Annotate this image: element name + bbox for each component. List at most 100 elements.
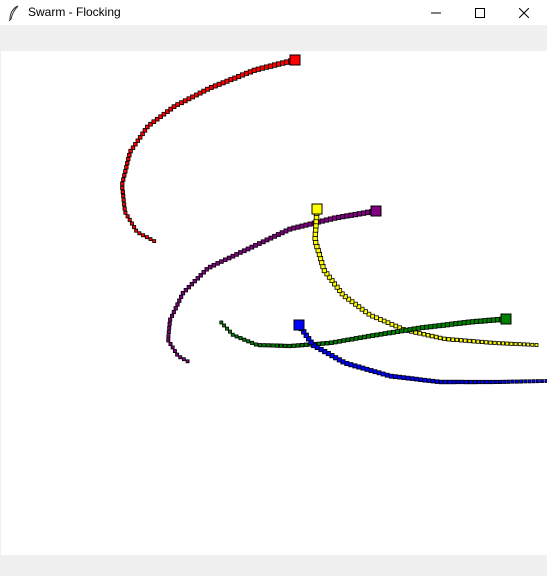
trail-segment	[129, 221, 134, 226]
trail-segment	[405, 375, 411, 381]
trail-segment	[137, 231, 142, 236]
trail-segment	[127, 217, 132, 222]
trail-segment	[141, 233, 145, 238]
close-button[interactable]	[501, 0, 547, 25]
trail-segment	[345, 337, 351, 343]
trail-segment	[386, 330, 392, 336]
trail-segment	[230, 332, 235, 337]
trail-segment	[227, 329, 232, 334]
trail-segment	[453, 321, 459, 327]
trail-segment	[442, 336, 447, 342]
trail-segment	[122, 173, 127, 178]
trail-segment	[219, 320, 224, 325]
trail-segment	[144, 235, 149, 240]
trail-segment	[250, 340, 255, 345]
trail-segment	[234, 334, 239, 339]
trail-segment	[434, 379, 440, 384]
trail-segment	[175, 352, 180, 357]
trail-segment	[337, 339, 342, 344]
trail-segment	[245, 246, 251, 252]
trail-segment	[381, 318, 387, 324]
trail-segment	[362, 334, 367, 340]
trail-segment	[500, 341, 505, 346]
trail-segment	[256, 241, 262, 246]
trail-segment	[242, 337, 247, 342]
trail-segment	[287, 226, 293, 232]
trail-segment	[475, 339, 480, 344]
close-icon	[519, 7, 529, 18]
trail-segment	[122, 206, 127, 211]
trail-segment	[411, 326, 417, 332]
trail-segment	[166, 330, 171, 335]
flocking-canvas[interactable]	[1, 51, 547, 555]
trail-segment	[481, 379, 486, 385]
trail-segment	[388, 373, 394, 379]
trail-segment	[121, 177, 126, 182]
trail-segment	[397, 374, 402, 380]
trail-segment	[222, 257, 228, 262]
trail-segment	[382, 331, 388, 336]
trail-segment	[366, 333, 371, 339]
trail-segment	[393, 323, 399, 329]
trail-segment	[319, 218, 325, 224]
trail-segment	[403, 327, 409, 333]
trail-segment	[479, 339, 485, 344]
trail-segment	[238, 336, 243, 341]
trail-segment	[127, 152, 132, 158]
trail-segment	[476, 379, 482, 385]
trail-segment	[422, 377, 427, 383]
trail-segment	[457, 320, 463, 326]
boid-head	[370, 205, 382, 217]
trail-segment	[415, 325, 421, 331]
trail-segment	[234, 252, 239, 257]
trail-segment	[510, 379, 515, 384]
minimize-button[interactable]	[413, 0, 459, 25]
trail-segment	[517, 342, 522, 347]
trail-segment	[444, 322, 450, 328]
trail-segment	[303, 342, 309, 347]
trail-segment	[449, 321, 455, 327]
trail-segment	[492, 340, 497, 345]
trail-segment	[130, 145, 136, 150]
trail-segment	[123, 169, 128, 174]
trail-segment	[307, 221, 313, 227]
trail-segment	[241, 248, 247, 254]
trail-segment	[295, 224, 301, 230]
trail-segment	[360, 365, 366, 371]
trail-segment	[522, 342, 526, 347]
trail-segment	[299, 223, 305, 229]
trail-segment	[428, 324, 434, 330]
trail-segment	[333, 339, 338, 345]
minimize-icon	[431, 12, 441, 13]
boid-head	[289, 54, 301, 66]
trail-segment	[122, 202, 127, 207]
trail-segment	[374, 315, 379, 321]
trail-segment	[443, 379, 448, 385]
trail-segment	[349, 336, 355, 342]
trail-segment	[527, 379, 532, 384]
trail-red	[120, 54, 301, 244]
trail-segment	[121, 193, 126, 199]
trail-segment	[125, 214, 130, 219]
trail-segment	[468, 379, 473, 385]
trail-segment	[399, 328, 405, 334]
trail-segment	[352, 363, 358, 369]
trail-segment	[291, 343, 296, 348]
trail-segment	[372, 369, 378, 375]
trail-segment	[395, 329, 401, 335]
trail-segment	[509, 341, 514, 346]
trail-segment	[464, 379, 469, 385]
trail-segment	[125, 160, 130, 166]
trail-segment	[451, 379, 457, 385]
trail-segment	[253, 342, 258, 347]
trail-segment	[364, 366, 370, 372]
trail-segment	[513, 341, 518, 346]
trail-segment	[230, 253, 236, 259]
trail-segment	[166, 334, 171, 339]
trail-segment	[540, 379, 544, 384]
maximize-button[interactable]	[457, 0, 503, 25]
trail-segment	[253, 242, 258, 248]
trail-segment	[266, 343, 271, 348]
trail-segment	[368, 368, 374, 373]
trail-segment	[438, 335, 443, 341]
